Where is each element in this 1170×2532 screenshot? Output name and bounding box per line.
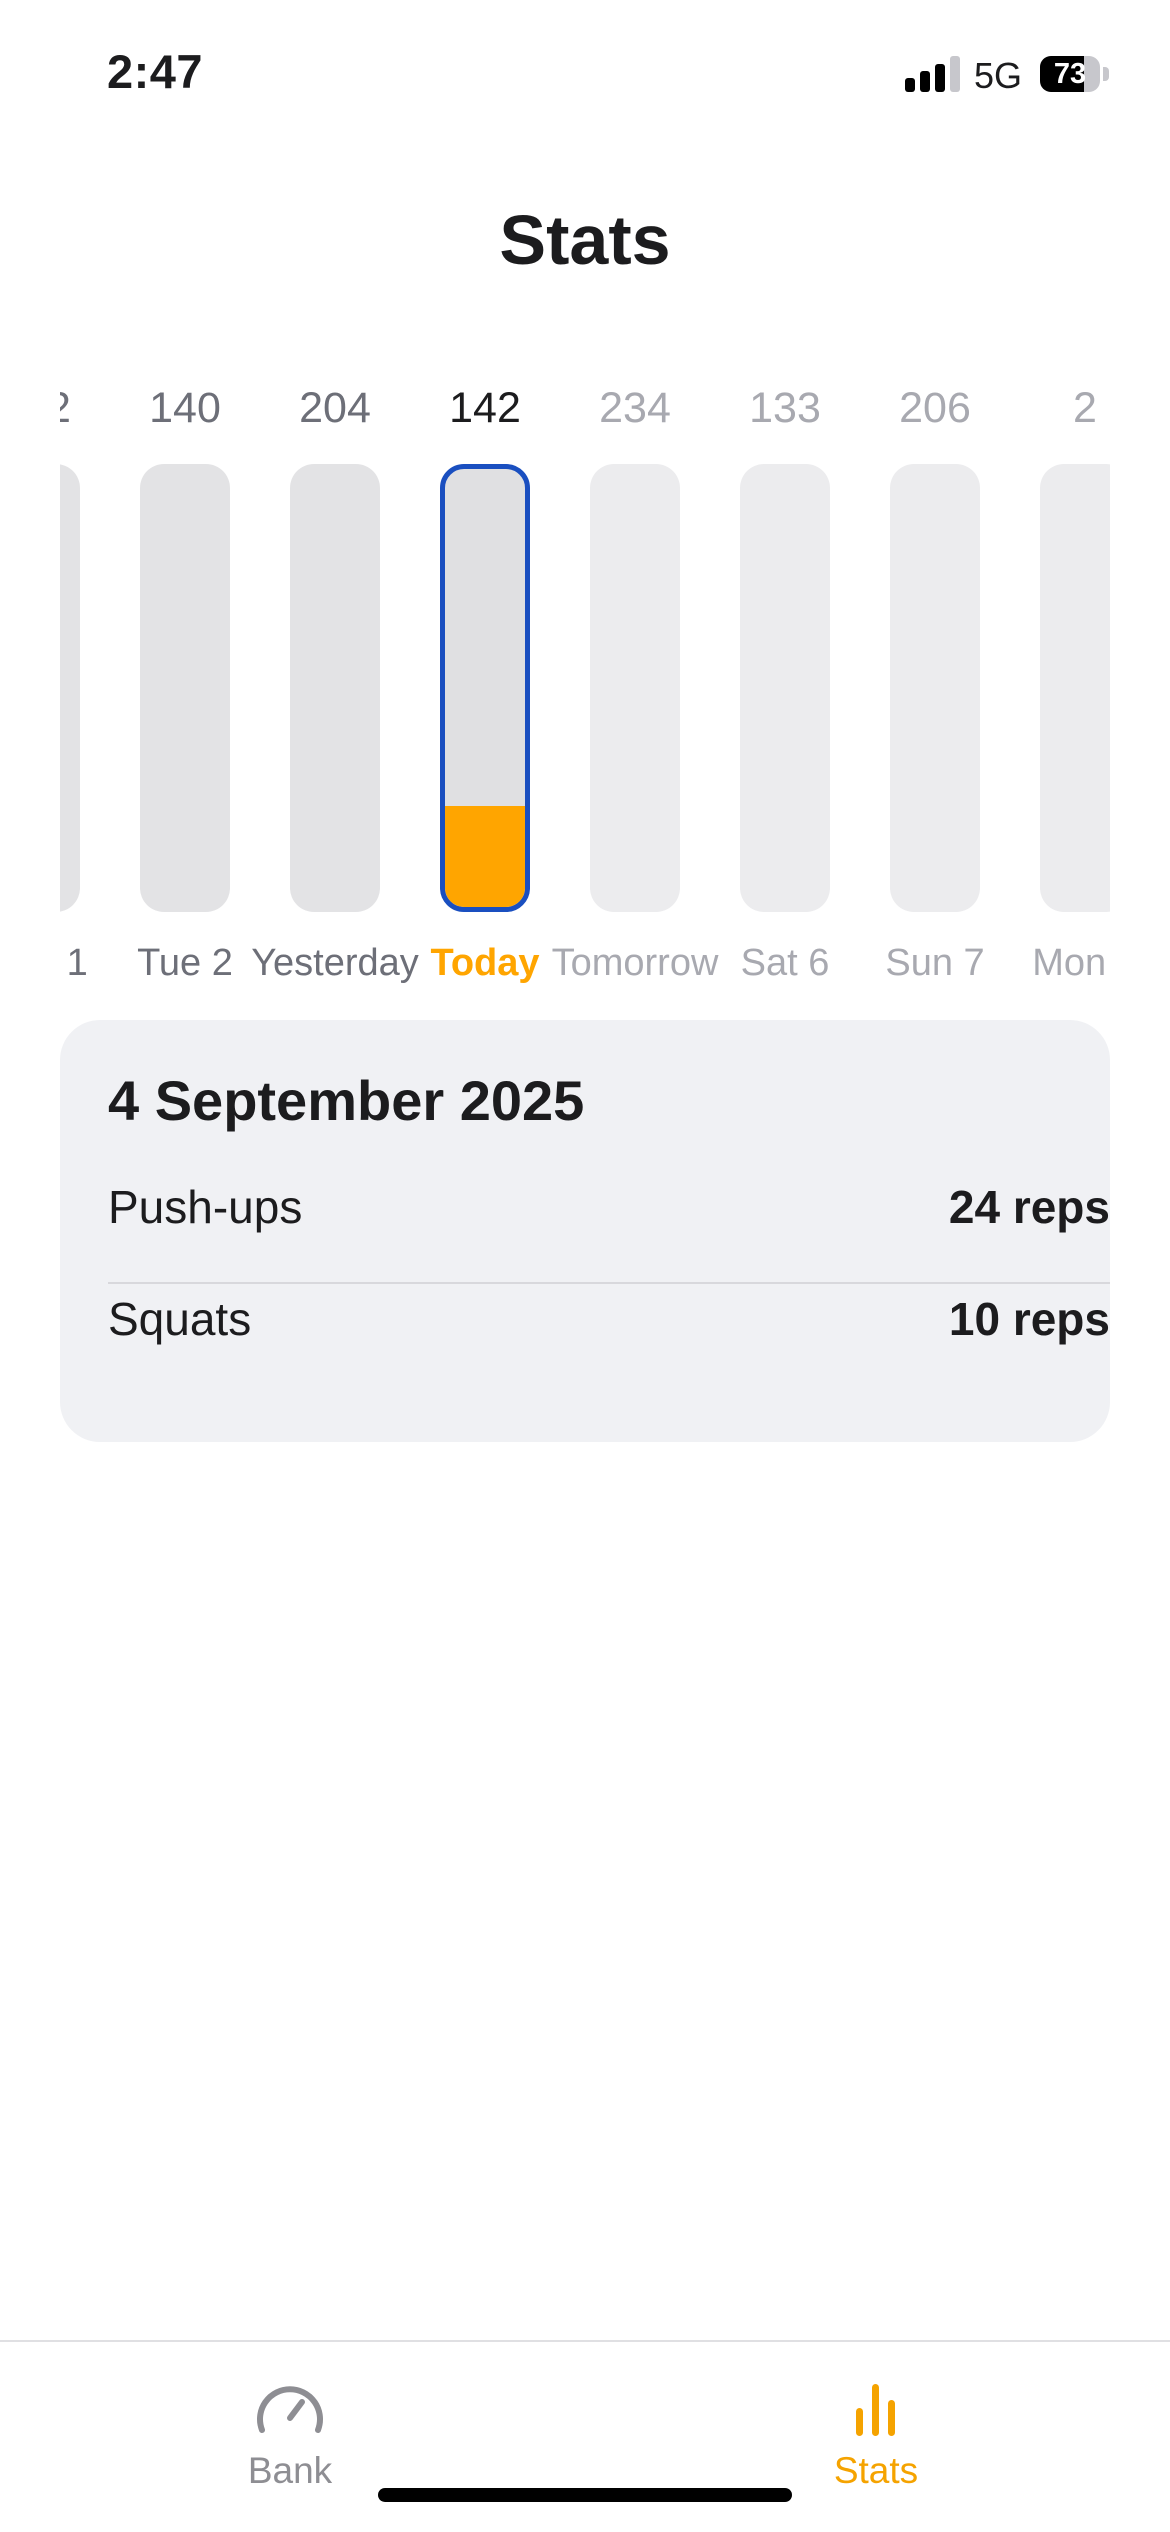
home-indicator bbox=[378, 2488, 792, 2502]
exercise-name: Push-ups bbox=[108, 1181, 303, 1233]
exercise-reps: 24 reps bbox=[948, 1181, 1110, 1233]
day-column[interactable]: 133 Sat 6 bbox=[710, 370, 860, 1000]
exercise-row-squats: Squats 10 reps bbox=[108, 1264, 1110, 1376]
tab-bank[interactable]: Bank bbox=[190, 2378, 390, 2498]
day-total-label: 140 bbox=[149, 384, 221, 432]
day-total-label: 234 bbox=[599, 384, 671, 432]
day-total-label: 232 bbox=[60, 384, 110, 433]
exercise-name: Squats bbox=[108, 1293, 252, 1345]
day-column[interactable]: 142 Today bbox=[410, 370, 560, 1000]
day-progress-fill bbox=[445, 806, 525, 907]
exercise-row-pushups: Push-ups 24 reps bbox=[108, 1152, 1110, 1264]
day-bar[interactable] bbox=[290, 464, 380, 912]
day-bar[interactable] bbox=[890, 464, 980, 912]
battery-level: 73 bbox=[1053, 58, 1087, 90]
day-total-label: 142 bbox=[449, 384, 521, 432]
day-detail-card: 4 September 2025 Push-ups 24 reps Squats… bbox=[60, 1020, 1110, 1442]
day-total-label: 2 bbox=[1073, 384, 1097, 432]
page-title: Stats bbox=[499, 201, 671, 279]
battery-tip bbox=[1103, 67, 1109, 81]
day-column[interactable]: 232Mon 1 bbox=[60, 370, 110, 1000]
day-total-label: 204 bbox=[299, 384, 371, 432]
day-bar[interactable] bbox=[590, 464, 680, 912]
day-total-label: 133 bbox=[749, 384, 821, 432]
battery-icon: 73 bbox=[1040, 56, 1100, 92]
tab-label: Bank bbox=[247, 2450, 333, 2491]
stats-screen: 2:47 5G 73 Stats 232Mon 1140Tue 2204Yest… bbox=[0, 0, 1170, 2532]
day-bar[interactable] bbox=[440, 464, 530, 912]
day-column[interactable]: 204 Yesterday bbox=[251, 370, 419, 1000]
bar-chart-icon bbox=[856, 2384, 895, 2436]
day-total-label: 206 bbox=[899, 384, 971, 432]
day-column[interactable]: 2 Mon 8 bbox=[1010, 370, 1110, 1000]
tab-bar: Bank Stats bbox=[0, 2340, 1170, 2532]
daily-reps-chart[interactable]: 232Mon 1140Tue 2204Yesterday142Today234T… bbox=[60, 370, 1110, 1000]
tab-stats[interactable]: Stats bbox=[776, 2378, 976, 2498]
day-column[interactable]: 140 Tue 2 bbox=[110, 370, 260, 1000]
selected-date: 4 September 2025 bbox=[108, 1069, 585, 1132]
day-column[interactable]: 206 Sun 7 bbox=[860, 370, 1010, 1000]
exercise-reps: 10 reps bbox=[948, 1293, 1110, 1345]
day-label: Mon 8 bbox=[1032, 942, 1110, 984]
status-bar: 2:47 5G 73 bbox=[0, 0, 1170, 150]
gauge-icon bbox=[257, 2386, 323, 2433]
day-bar[interactable] bbox=[740, 464, 830, 912]
day-bar[interactable] bbox=[140, 464, 230, 912]
day-bar[interactable] bbox=[1040, 464, 1110, 912]
tab-label: Stats bbox=[833, 2450, 919, 2491]
status-time: 2:47 bbox=[107, 45, 204, 98]
cellular-signal-icon bbox=[905, 56, 961, 92]
day-column[interactable]: 234 Tomorrow bbox=[552, 370, 719, 1000]
day-bar[interactable] bbox=[60, 464, 80, 912]
network-type: 5G bbox=[974, 55, 1023, 96]
